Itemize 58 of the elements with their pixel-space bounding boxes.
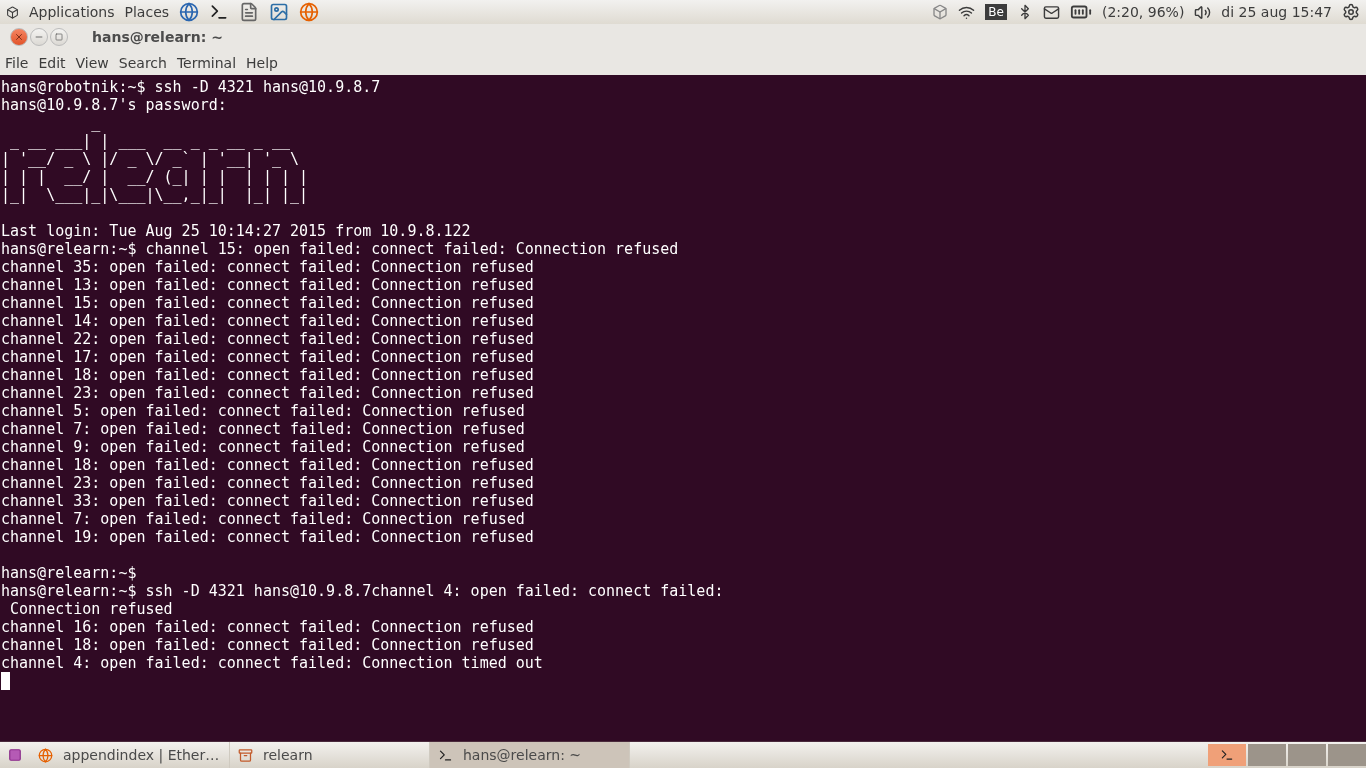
menu-item[interactable]: View: [75, 54, 109, 71]
terminal-line: channel 17: open failed: connect failed: Connection refused: [1, 348, 534, 366]
terminal-line: channel 15: open failed: connect failed: Connection refused: [1, 294, 534, 312]
terminal-line: hans@10.9.8.7's password:: [1, 96, 227, 114]
terminal-line: channel 23: open failed: connect failed: Connection refused: [1, 474, 534, 492]
ascii-art-text: _ _ __ ___| | ___ __ _ _ __ _ __ | '__/ _ \ |/ _ \/ _` | '__| '_ \ | | | __/ | __/ (_| | | | | | | |_| \___|_|\___|\__,_|_| |_| |_|: [1, 114, 309, 204]
terminal-line: channel 18: open failed: connect failed: Connection refused: [1, 366, 534, 384]
settings-icon[interactable]: [1342, 3, 1360, 21]
terminal-line: channel 7: open failed: connect failed: Connection refused: [1, 420, 525, 438]
globe-icon[interactable]: [299, 2, 320, 22]
globe-icon: [38, 747, 53, 763]
taskbar-button[interactable]: appendindex | Ether…: [30, 742, 230, 768]
cabinet-icon: [238, 747, 253, 763]
panel-menu[interactable]: Places: [124, 4, 170, 20]
keyboard-layout-indicator[interactable]: Be: [985, 4, 1007, 20]
volume-icon[interactable]: [1194, 3, 1212, 21]
panel-menu[interactable]: Applications: [29, 4, 115, 20]
terminal-line: Connection refused: [9, 600, 173, 618]
terminal-line: channel 18: open failed: connect failed: Connection refused: [1, 636, 534, 654]
close-icon: [14, 32, 24, 42]
mail-icon[interactable]: [1042, 3, 1060, 21]
terminal-line: channel 19: open failed: connect failed: Connection refused: [1, 528, 534, 546]
terminal-line: channel 23: open failed: connect failed: Connection refused: [1, 384, 534, 402]
window-title: hans@relearn: ~: [92, 29, 223, 45]
logo-icon[interactable]: [6, 5, 19, 19]
terminal-line: hans@robotnik:~$ ssh -D 4321 hans@10.9.8.7: [1, 78, 381, 96]
menu-item[interactable]: File: [5, 54, 29, 71]
close-button[interactable]: [10, 28, 28, 46]
globe-icon[interactable]: [179, 2, 200, 22]
terminal-line: channel 35: open failed: connect failed: Connection refused: [1, 258, 534, 276]
terminal-line: channel 13: open failed: connect failed: Connection refused: [1, 276, 534, 294]
workspace-button[interactable]: [1208, 744, 1246, 766]
terminal-line: channel 33: open failed: connect failed: Connection refused: [1, 492, 534, 510]
menu-item[interactable]: Edit: [38, 54, 66, 71]
terminal-line: channel 7: open failed: connect failed: Connection refused: [1, 510, 525, 528]
terminal-line: channel 22: open failed: connect failed: Connection refused: [1, 330, 534, 348]
menu-item[interactable]: Help: [246, 54, 278, 71]
terminal-line: hans@relearn:~$ channel 15: open failed: connect failed: Connection refused: [1, 240, 679, 258]
clock[interactable]: di 25 aug 15:47: [1221, 4, 1332, 20]
terminal-line: hans@relearn:~$ ssh -D 4321 hans@10.9.8.7channel 4: open failed: connect failed:: [1, 582, 724, 600]
battery-status[interactable]: (2:20, 96%): [1101, 4, 1185, 20]
text-cursor: [1, 672, 10, 690]
menu-item[interactable]: Search: [118, 54, 167, 71]
terminal-line: Last login: Tue Aug 25 10:14:27 2015 from 10.9.8.122: [1, 222, 471, 240]
terminal-line: channel 4: open failed: connect failed: Connection timed out: [1, 654, 543, 672]
taskbar-button[interactable]: hans@relearn: ~: [430, 742, 630, 768]
terminal-line: channel 5: open failed: connect failed: Connection refused: [1, 402, 525, 420]
terminal-line: channel 14: open failed: connect failed: Connection refused: [1, 312, 534, 330]
terminal-line: channel 9: open failed: connect failed: Connection refused: [1, 438, 525, 456]
image-document-icon[interactable]: [269, 2, 290, 22]
terminal-icon: [1220, 748, 1234, 762]
terminal-icon: [438, 747, 453, 763]
desktop-icon: [8, 748, 22, 762]
menu-item[interactable]: Terminal: [176, 54, 237, 71]
terminal-line: channel 16: open failed: connect failed: Connection refused: [1, 618, 534, 636]
terminal-line: hans@relearn:~$: [1, 564, 137, 582]
maximize-icon: [55, 33, 63, 41]
terminal-line: channel 18: open failed: connect failed: Connection refused: [1, 456, 534, 474]
